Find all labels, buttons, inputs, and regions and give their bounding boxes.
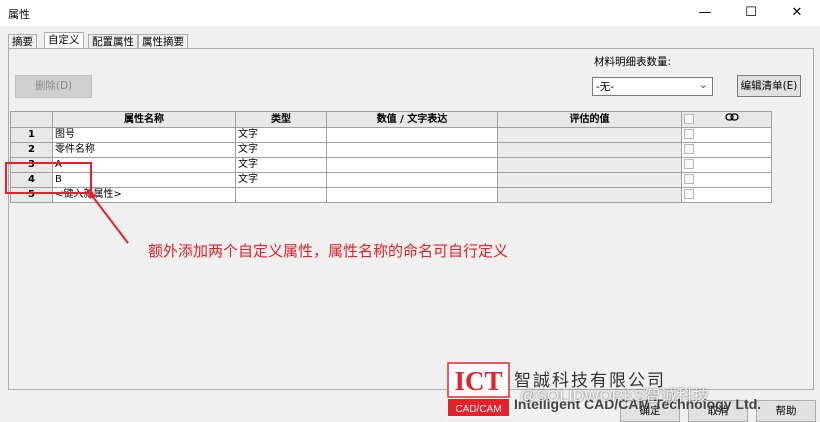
ict-logo-icon: ICT CAD/CAM — [447, 362, 510, 417]
annotation-text: 额外添加两个自定义属性，属性名称的命名可自行定义 — [148, 242, 509, 260]
watermark-text: @SOLIDWORKS智诚科技 — [520, 388, 709, 405]
help-button[interactable]: 帮助 — [756, 400, 816, 422]
annotation-arrow — [86, 188, 129, 244]
logo-mark-text: ICT — [454, 366, 502, 396]
logo-sub-text: CAD/CAM — [455, 404, 501, 415]
